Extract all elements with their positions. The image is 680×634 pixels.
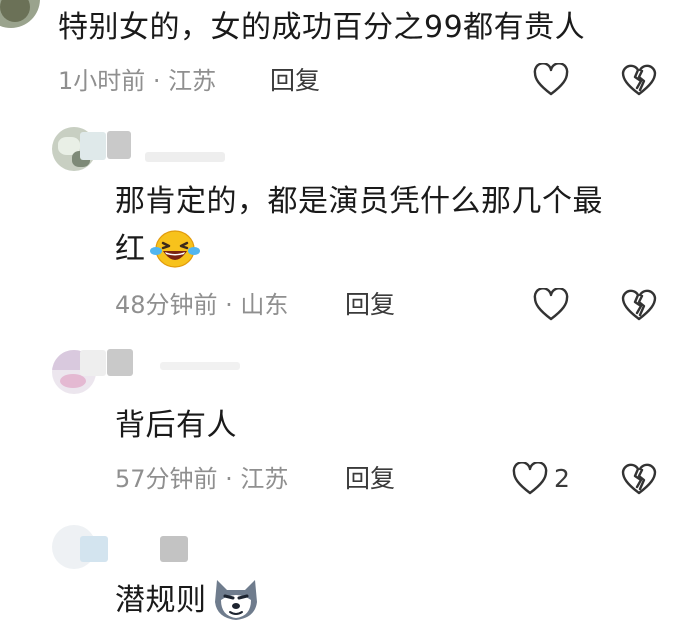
comment-text: 特别女的，女的成功百分之99都有贵人: [58, 10, 586, 45]
reply-button[interactable]: 回复: [270, 66, 320, 96]
comment-meta: 1小时前 · 江苏: [58, 67, 217, 95]
comment-text: 背后有人: [115, 408, 237, 443]
broken-heart-icon: [621, 289, 657, 321]
avatar[interactable]: [0, 0, 40, 28]
dislike-button[interactable]: [621, 63, 657, 97]
heart-outline-icon: [533, 288, 569, 321]
username-redacted[interactable]: [160, 362, 240, 370]
username-redacted[interactable]: [160, 536, 188, 562]
like-button[interactable]: [512, 462, 548, 496]
heart-outline-icon: [533, 63, 569, 96]
comment-text-content: 潜规则: [115, 583, 207, 618]
reply-button[interactable]: 回复: [345, 464, 395, 494]
comment-meta: 48分钟前 · 山东: [115, 291, 289, 319]
like-button[interactable]: [533, 288, 569, 322]
username-redacted[interactable]: [80, 350, 106, 376]
username-redacted[interactable]: [107, 131, 131, 159]
comment-meta: 57分钟前 · 江苏: [115, 465, 289, 493]
comment-text-line2: 红: [115, 232, 146, 267]
username-redacted[interactable]: [80, 132, 106, 160]
comment-text: 红: [115, 226, 200, 274]
doge-dog-emoji-icon: [211, 576, 261, 622]
reply-button[interactable]: 回复: [345, 290, 395, 320]
username-redacted[interactable]: [80, 536, 108, 562]
dislike-button[interactable]: [621, 288, 657, 322]
broken-heart-icon: [621, 64, 657, 96]
like-count: 2: [554, 464, 570, 493]
broken-heart-icon: [621, 463, 657, 495]
username-redacted[interactable]: [107, 349, 133, 376]
username-redacted[interactable]: [145, 152, 225, 162]
laughing-tears-emoji-icon: [149, 229, 200, 269]
dislike-button[interactable]: [621, 462, 657, 496]
comment-text: 潜规则: [115, 577, 261, 625]
heart-outline-icon: [512, 462, 548, 495]
like-button[interactable]: [533, 63, 569, 97]
comment-text: 那肯定的，都是演员凭什么那几个最: [115, 184, 603, 219]
